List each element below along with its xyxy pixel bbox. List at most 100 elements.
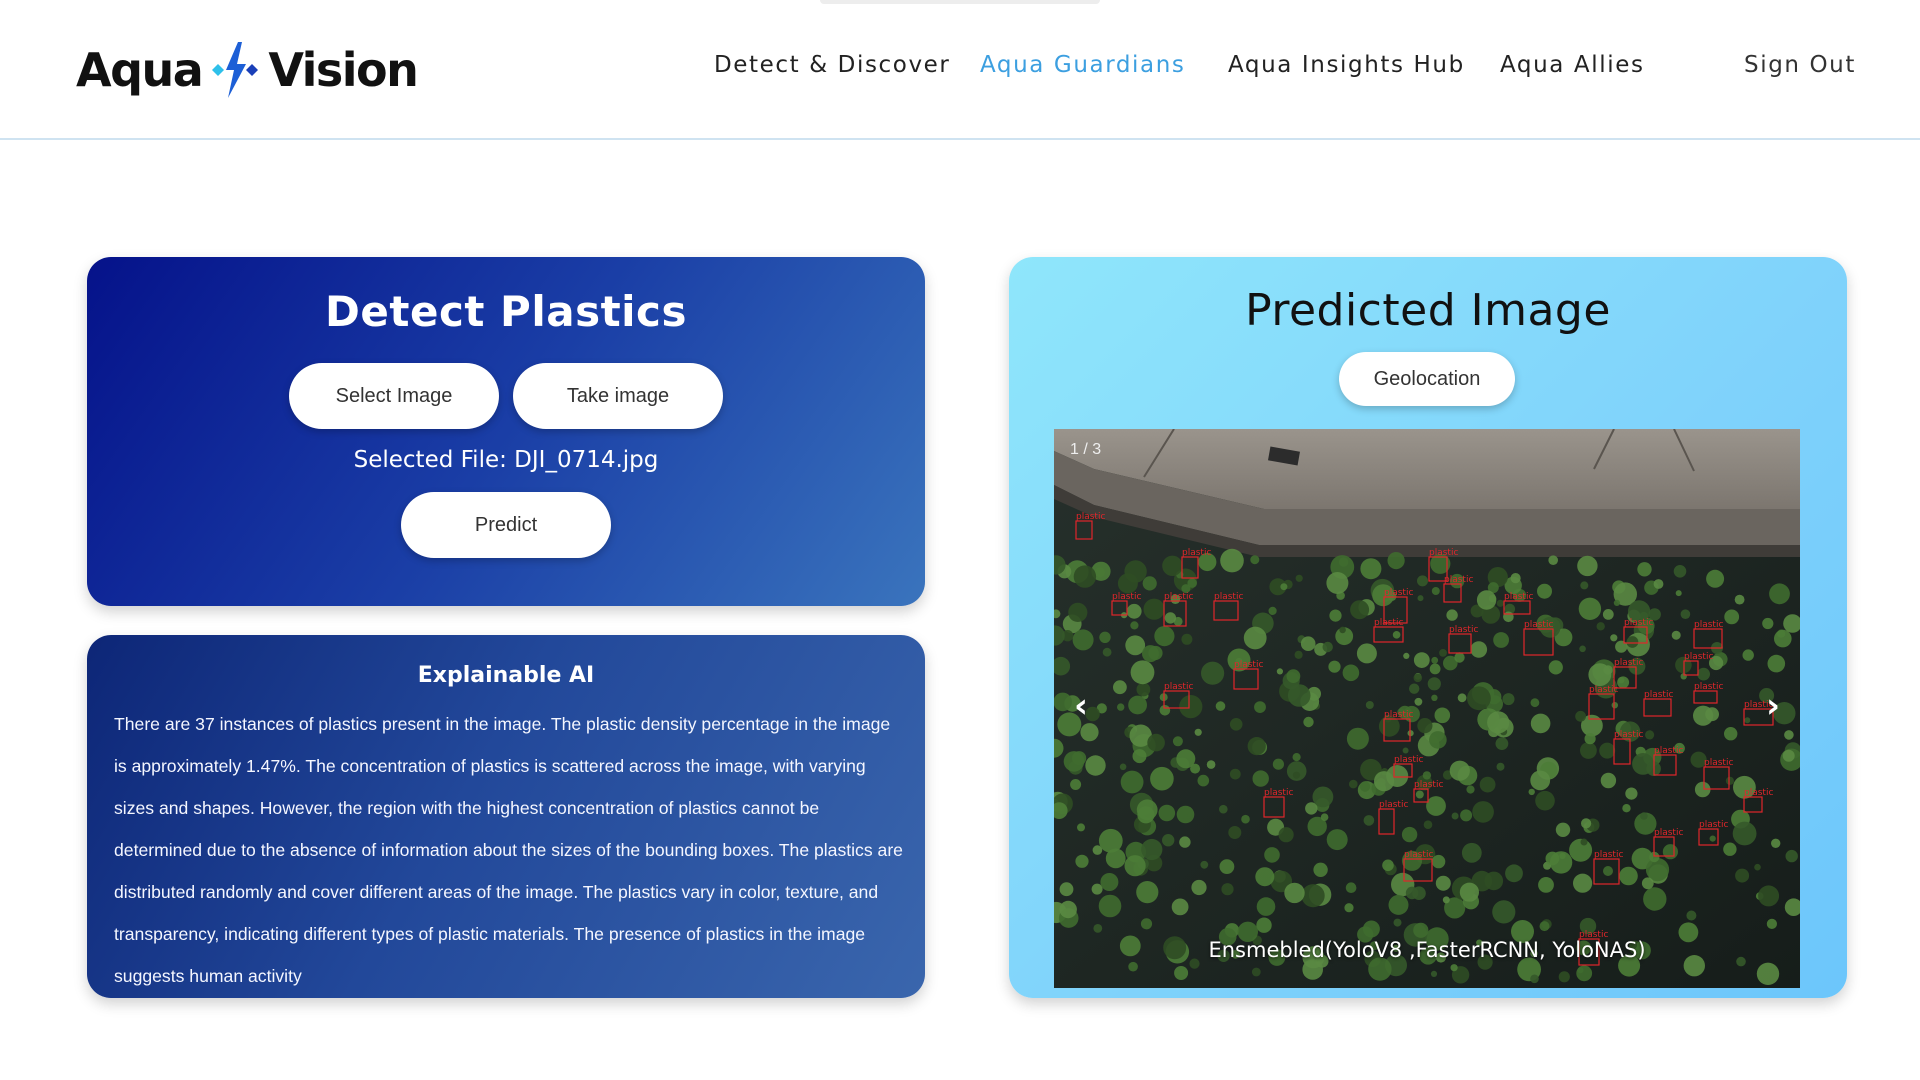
detection-label: plastic — [1589, 685, 1618, 695]
vegetation-patch — [1401, 826, 1418, 843]
vegetation-patch — [1576, 965, 1593, 982]
vegetation-patch — [1140, 918, 1153, 930]
vegetation-patch — [1413, 673, 1423, 683]
carousel-prev-icon[interactable]: ‹ — [1074, 689, 1088, 723]
detection-label: plastic — [1614, 730, 1643, 740]
vegetation-patch — [1345, 882, 1357, 893]
vegetation-patch — [1187, 578, 1197, 588]
vegetation-patch — [1132, 749, 1147, 764]
vegetation-patch — [1179, 836, 1191, 848]
vegetation-patch — [1662, 844, 1678, 860]
vegetation-patch — [1467, 686, 1491, 711]
vegetation-patch — [1147, 733, 1165, 752]
vegetation-patch — [1219, 859, 1235, 874]
vegetation-patch — [1530, 698, 1540, 708]
predict-button[interactable]: Predict — [401, 492, 611, 558]
vegetation-patch — [1618, 677, 1625, 684]
vegetation-patch — [1312, 786, 1334, 808]
vegetation-patch — [1530, 713, 1551, 734]
vegetation-patch — [1686, 910, 1697, 921]
vegetation-patch — [1580, 581, 1589, 590]
vegetation-patch — [1435, 875, 1451, 891]
vegetation-patch — [1427, 677, 1441, 691]
nav-detect-discover[interactable]: Detect & Discover — [714, 52, 950, 78]
vegetation-patch — [1754, 863, 1761, 871]
nav-aqua-insights-hub[interactable]: Aqua Insights Hub — [1228, 52, 1465, 78]
vegetation-patch — [1349, 779, 1358, 789]
vegetation-patch — [1575, 710, 1586, 722]
vegetation-patch — [1613, 599, 1620, 606]
vegetation-patch — [1356, 643, 1377, 664]
detection-label: plastic — [1644, 690, 1673, 700]
logo-mark-icon — [212, 42, 259, 98]
vegetation-patch — [1439, 649, 1447, 657]
nav-aqua-allies[interactable]: Aqua Allies — [1500, 52, 1645, 78]
vegetation-patch — [1130, 621, 1139, 630]
vegetation-patch — [1073, 565, 1097, 588]
vegetation-patch — [1602, 609, 1614, 620]
vegetation-patch — [1292, 771, 1301, 779]
vegetation-patch — [1415, 790, 1424, 799]
select-image-button[interactable]: Select Image — [289, 363, 499, 429]
vegetation-patch — [1228, 826, 1242, 839]
detection-label: plastic — [1264, 788, 1293, 798]
vegetation-patch — [1581, 818, 1592, 829]
selected-file-label: Selected File: DJI_0714.jpg — [353, 447, 659, 473]
vegetation-patch — [1610, 634, 1618, 642]
vegetation-patch — [1495, 737, 1509, 750]
carousel-next-icon[interactable]: › — [1766, 689, 1780, 723]
vegetation-patch — [1450, 964, 1458, 972]
vegetation-patch — [1229, 718, 1243, 731]
vegetation-patch — [1548, 555, 1558, 565]
vegetation-patch — [1171, 898, 1189, 916]
detection-label: plastic — [1624, 618, 1653, 628]
detection-label: plastic — [1524, 620, 1553, 630]
sign-out-link[interactable]: Sign Out — [1744, 52, 1856, 78]
vegetation-patch — [1164, 612, 1177, 624]
vegetation-patch — [1075, 854, 1089, 868]
aquavision-logo[interactable]: Aqua Vision — [76, 40, 419, 100]
vegetation-patch — [1124, 560, 1147, 583]
geolocation-button[interactable]: Geolocation — [1339, 352, 1515, 406]
vegetation-patch — [1191, 879, 1207, 896]
vegetation-patch — [1388, 894, 1409, 915]
vegetation-patch — [1476, 590, 1497, 610]
vegetation-patch — [1292, 753, 1301, 762]
prediction-carousel[interactable]: plastic plastic plastic plastic plastic plast… — [1054, 429, 1800, 988]
detection-label: plastic — [1234, 660, 1263, 670]
vegetation-patch — [1742, 649, 1754, 661]
vegetation-patch — [1126, 603, 1142, 619]
vegetation-patch — [1268, 606, 1277, 615]
vegetation-patch — [1645, 730, 1655, 740]
vegetation-patch — [1142, 645, 1159, 663]
vegetation-patch — [1503, 611, 1514, 623]
vegetation-patch — [1417, 575, 1428, 587]
vegetation-patch — [1457, 693, 1467, 703]
vegetation-patch — [1611, 702, 1618, 709]
vegetation-patch — [1320, 813, 1329, 821]
vegetation-patch — [1393, 918, 1402, 927]
vegetation-patch — [1496, 599, 1504, 607]
vegetation-patch — [1124, 855, 1146, 877]
vegetation-patch — [1643, 887, 1667, 911]
vegetation-patch — [1054, 692, 1072, 712]
vegetation-patch — [1280, 583, 1288, 591]
vegetation-patch — [1070, 779, 1082, 790]
nav-aqua-guardians[interactable]: Aqua Guardians — [980, 52, 1186, 78]
detection-label: plastic — [1214, 592, 1243, 602]
vegetation-patch — [1762, 617, 1774, 630]
detection-label: plastic — [1379, 800, 1408, 810]
vegetation-patch — [1176, 805, 1195, 824]
explainable-ai-text: There are 37 instances of plastics prese… — [114, 714, 903, 986]
vegetation-patch — [1530, 770, 1551, 791]
detection-label: plastic — [1182, 548, 1211, 558]
vegetation-patch — [1545, 851, 1560, 866]
vegetation-patch — [1724, 727, 1738, 741]
vegetation-patch — [1254, 701, 1266, 713]
vegetation-patch — [1734, 594, 1745, 605]
vegetation-patch — [1251, 967, 1261, 977]
vegetation-patch — [1709, 835, 1716, 842]
vegetation-patch — [1243, 626, 1267, 650]
vegetation-patch — [1072, 629, 1094, 651]
take-image-button[interactable]: Take image — [513, 363, 723, 429]
